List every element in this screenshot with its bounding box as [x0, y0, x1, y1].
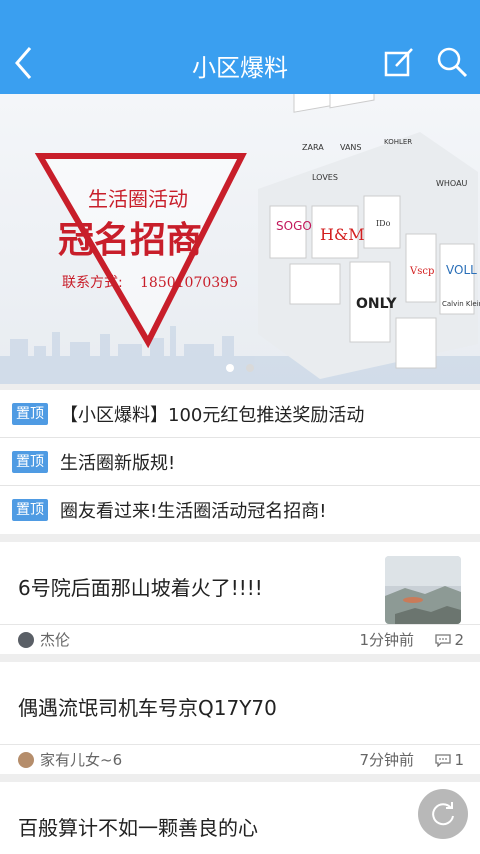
pinned-badge: 置顶	[12, 499, 48, 521]
post-thumbnail[interactable]	[385, 556, 461, 624]
comment-icon	[435, 634, 452, 647]
comment-count[interactable]: 2	[434, 631, 464, 649]
carousel-indicator	[0, 357, 480, 376]
post-card[interactable]: 6号院后面那山坡着火了!!!! 杰伦 1分钟前 2	[0, 542, 480, 654]
brand-label: WHOAU	[436, 179, 468, 188]
pinned-title: 生活圈新版规!	[60, 452, 176, 474]
refresh-button[interactable]	[418, 789, 468, 839]
brand-label: ZARA	[302, 143, 324, 152]
promo-banner[interactable]: 生活圈活动 冠名招商 联系方式: 18501070395 ZARA VANS K…	[0, 94, 480, 384]
post-meta: 家有儿女~6 7分钟前 1	[0, 744, 480, 774]
pinned-title: 【小区爆料】100元红包推送奖励活动	[60, 404, 365, 426]
brand-label: VOLL	[446, 263, 477, 277]
banner-line1: 生活圈活动	[88, 187, 188, 211]
brand-label: VANS	[340, 143, 362, 152]
pinned-item[interactable]: 置顶 【小区爆料】100元红包推送奖励活动	[0, 390, 480, 438]
banner-line2: 冠名招商	[58, 220, 202, 261]
post-time: 1分钟前	[359, 631, 414, 649]
banner-contact-phone: 18501070395	[140, 275, 238, 291]
brand-label: IDo	[376, 219, 391, 228]
brand-label: SOGO	[276, 219, 312, 233]
post-title: 偶遇流氓司机车号京Q17Y70	[18, 696, 277, 720]
post-meta: 杰伦 1分钟前 2	[0, 624, 480, 654]
carousel-dot-active[interactable]	[226, 364, 235, 372]
comment-count-value: 2	[454, 631, 464, 649]
search-icon[interactable]	[434, 44, 470, 80]
comment-count[interactable]: 1	[434, 751, 464, 769]
pinned-item[interactable]: 置顶 生活圈新版规!	[0, 438, 480, 486]
brand-label: LOVES	[312, 173, 338, 182]
comment-count-value: 1	[454, 751, 464, 769]
app-header: 小区爆料	[0, 0, 480, 94]
pinned-badge: 置顶	[12, 402, 48, 425]
brand-label: Vscp	[409, 266, 434, 277]
post-author[interactable]: 家有儿女~6	[40, 749, 122, 770]
brand-cube-graphic	[258, 94, 478, 379]
pinned-title: 圈友看过来!生活圈活动冠名招商!	[60, 501, 327, 522]
pinned-list: 置顶 【小区爆料】100元红包推送奖励活动 置顶 生活圈新版规! 置顶 圈友看过…	[0, 390, 480, 534]
post-card[interactable]: 百般算计不如一颗善良的心	[0, 782, 480, 854]
avatar[interactable]	[18, 752, 34, 768]
comment-icon	[435, 754, 452, 767]
post-title: 6号院后面那山坡着火了!!!!	[18, 576, 263, 600]
avatar[interactable]	[18, 632, 34, 648]
banner-contact-label: 联系方式:	[62, 275, 123, 291]
brand-label: KOHLER	[384, 138, 412, 146]
brand-label: Calvin Klein	[442, 300, 480, 308]
pinned-item[interactable]: 置顶 圈友看过来!生活圈活动冠名招商!	[0, 486, 480, 534]
post-card[interactable]: 偶遇流氓司机车号京Q17Y70 家有儿女~6 7分钟前 1	[0, 662, 480, 774]
post-author[interactable]: 杰伦	[40, 629, 70, 650]
compose-icon[interactable]	[381, 44, 417, 80]
post-title: 百般算计不如一颗善良的心	[18, 816, 258, 840]
brand-label: ONLY	[356, 296, 397, 312]
post-time: 7分钟前	[359, 751, 414, 769]
brand-label: H&M	[320, 225, 365, 244]
pinned-badge: 置顶	[12, 450, 48, 473]
refresh-icon	[432, 802, 454, 826]
carousel-dot[interactable]	[245, 364, 254, 372]
